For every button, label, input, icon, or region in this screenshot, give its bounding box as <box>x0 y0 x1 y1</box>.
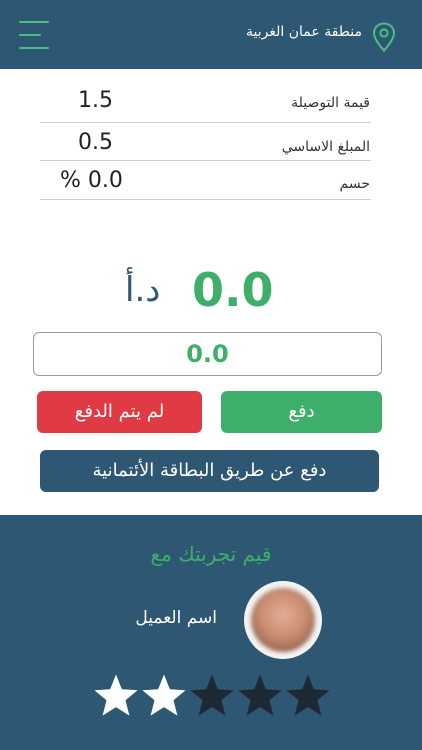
avatar <box>244 581 322 659</box>
base-amount-value: 0.5 <box>78 130 113 155</box>
menu-line <box>19 47 49 49</box>
not-paid-button[interactable]: لم يتم الدفع <box>37 391 202 433</box>
menu-line <box>19 34 41 36</box>
paid-amount-input[interactable] <box>33 332 382 376</box>
top-bar: منطقة عمان الغربية <box>0 0 422 69</box>
avatar-photo <box>251 588 315 652</box>
rating-panel: قيم تجربتك مع اسم العميل <box>0 515 422 750</box>
star-4-icon[interactable] <box>237 673 283 719</box>
divider <box>40 199 371 200</box>
star-1-icon[interactable] <box>93 673 139 719</box>
delivery-fee-value: 1.5 <box>78 88 113 113</box>
divider <box>40 122 371 123</box>
discount-label: حسم <box>339 176 370 192</box>
region-label: منطقة عمان الغربية <box>246 24 362 40</box>
currency-label: د.أ <box>125 270 161 310</box>
star-3-icon[interactable] <box>189 673 235 719</box>
total-amount: 0.0 د.أ <box>0 260 422 320</box>
delivery-fee-label: قيمة التوصيلة <box>291 95 370 111</box>
menu-button[interactable] <box>19 21 51 49</box>
base-amount-label: المبلغ الاساسي <box>281 139 370 155</box>
discount-value: % 0.0 <box>60 168 123 193</box>
star-2-icon[interactable] <box>141 673 187 719</box>
total-value: 0.0 <box>192 263 274 317</box>
divider <box>40 160 371 161</box>
customer-name: اسم العميل <box>135 608 217 628</box>
hamburger-menu-icon <box>19 21 49 23</box>
map-pin-icon[interactable] <box>372 22 396 52</box>
pay-button[interactable]: دفع <box>221 391 382 433</box>
rate-experience-title: قيم تجربتك مع <box>150 542 272 566</box>
star-rating <box>93 673 333 719</box>
pay-by-card-button[interactable]: دفع عن طريق البطاقة الأئتمانية <box>40 450 379 492</box>
star-5-icon[interactable] <box>285 673 331 719</box>
